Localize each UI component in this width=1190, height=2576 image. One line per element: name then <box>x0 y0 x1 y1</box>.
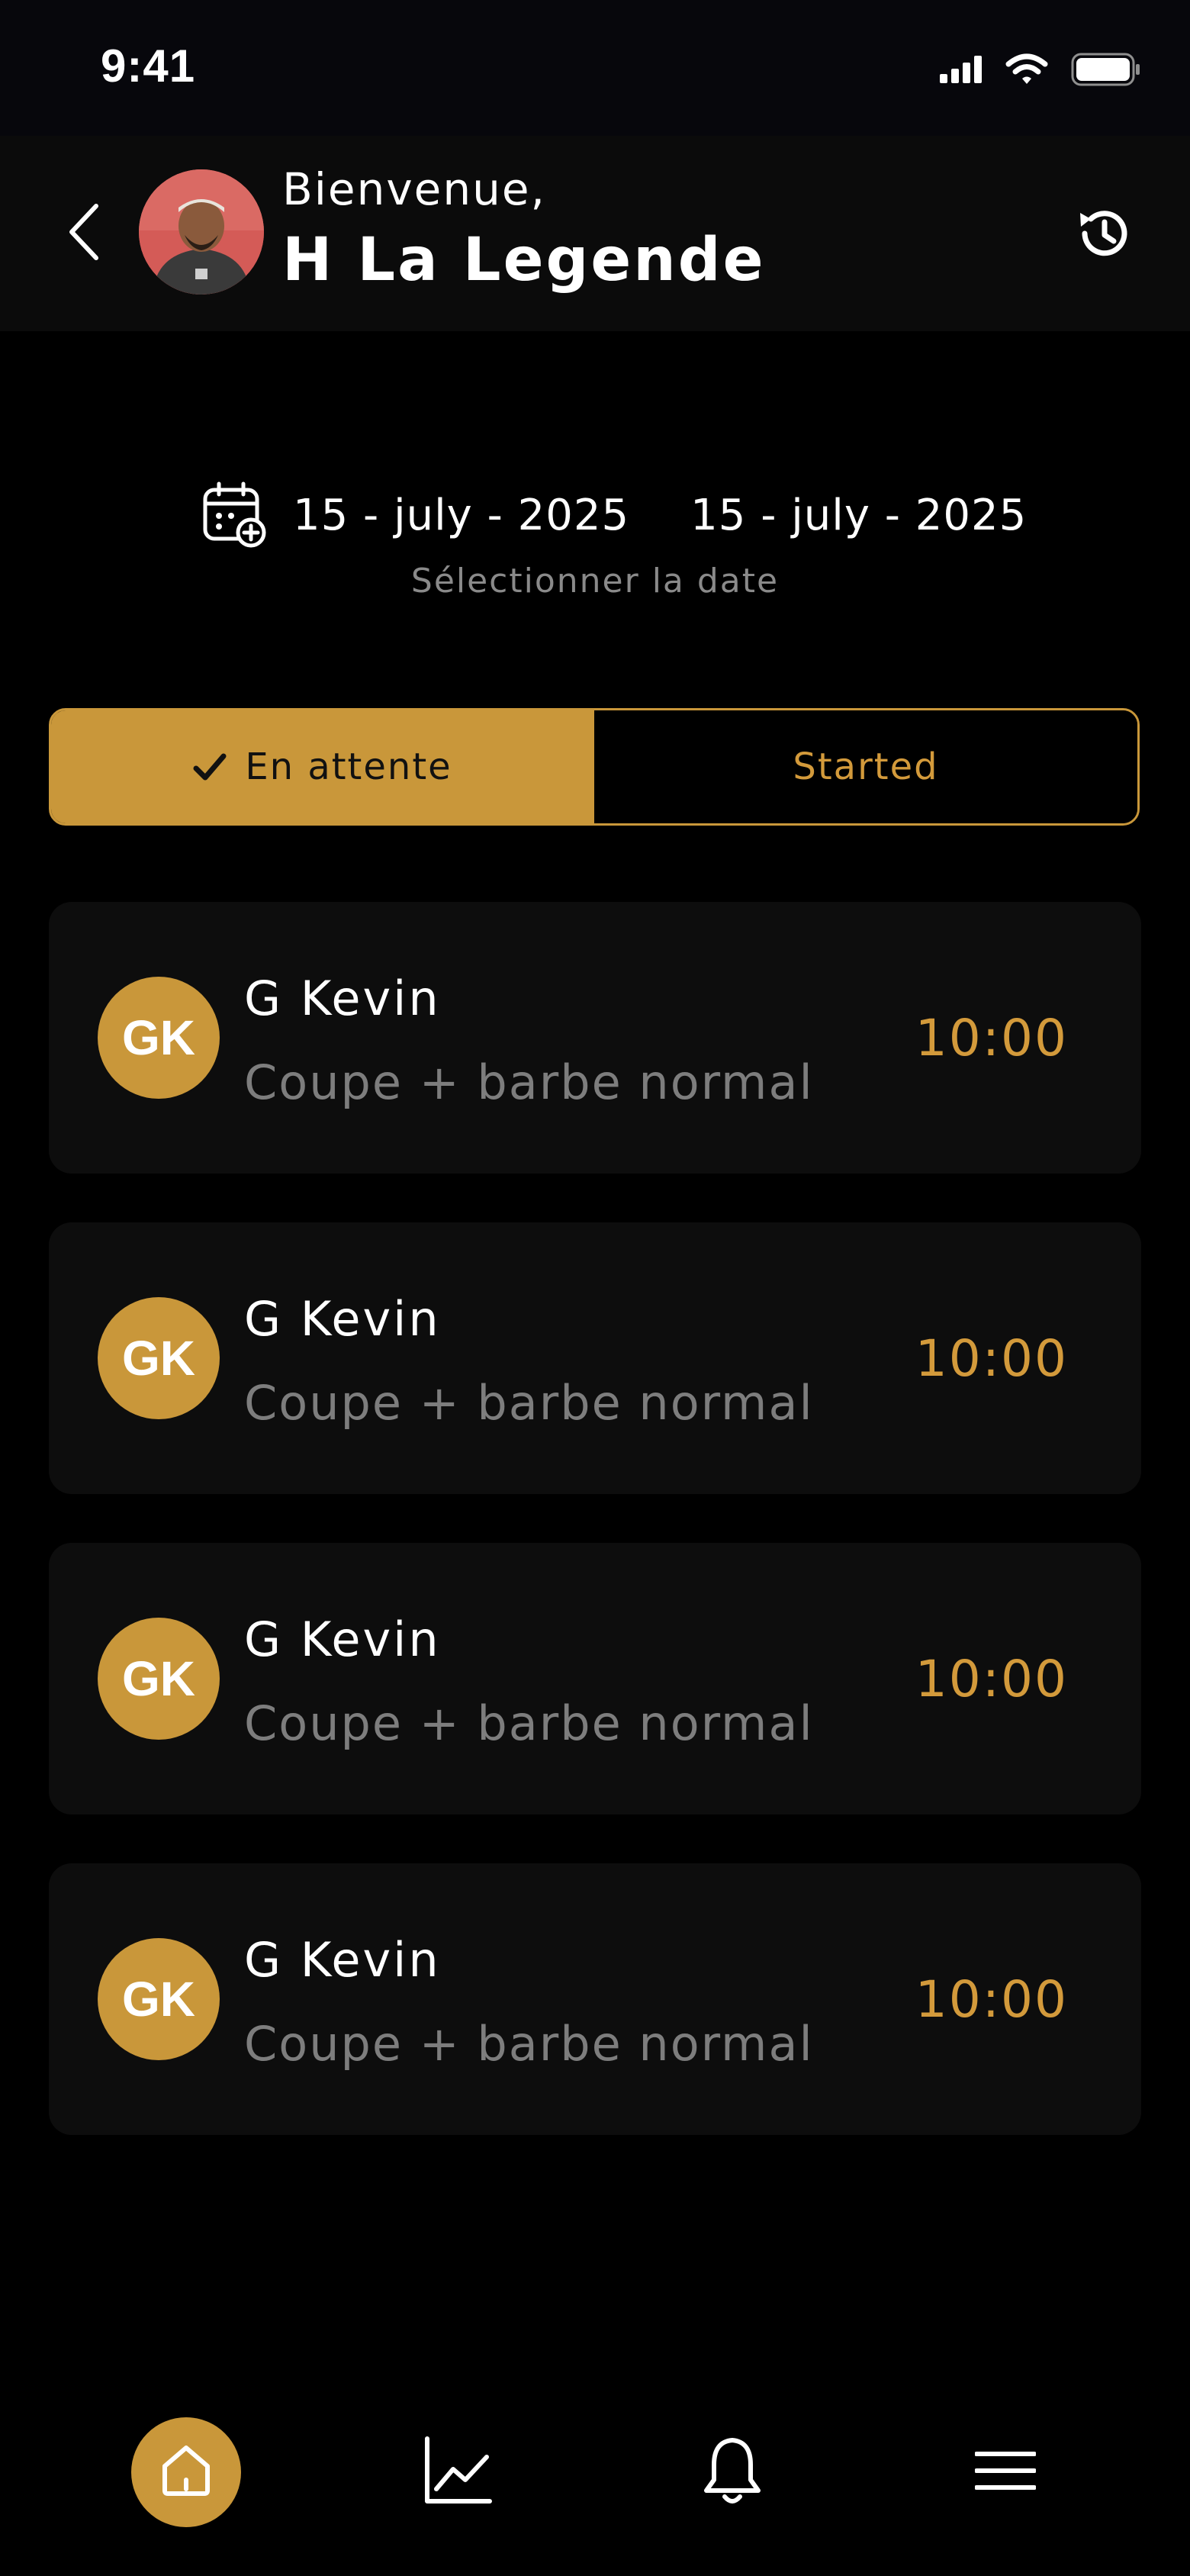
battery-icon <box>1071 53 1141 89</box>
service-name: Coupe + barbe normal <box>244 1695 814 1751</box>
nav-notifications-button[interactable] <box>677 2417 787 2527</box>
start-date[interactable]: 15 - july - 2025 <box>293 491 629 540</box>
end-date[interactable]: 15 - july - 2025 <box>690 491 1027 540</box>
client-name: G Kevin <box>244 1291 441 1347</box>
client-name: G Kevin <box>244 971 441 1026</box>
appointment-time: 10:00 <box>915 1970 1068 2029</box>
welcome-text: Bienvenue, <box>282 163 546 215</box>
tab-started[interactable]: Started <box>594 710 1137 823</box>
bell-icon <box>702 2436 763 2509</box>
client-name: G Kevin <box>244 1612 441 1667</box>
user-name: H La Legende <box>282 226 766 295</box>
chevron-left-icon <box>67 203 101 264</box>
client-initials-avatar: GK <box>98 1618 220 1740</box>
tab-en-attente[interactable]: En attente <box>51 710 594 823</box>
client-initials-avatar: GK <box>98 977 220 1099</box>
home-icon <box>156 2440 217 2504</box>
check-icon <box>193 752 227 782</box>
status-time: 9:41 <box>101 40 196 92</box>
date-hint: Sélectionner la date <box>410 562 780 601</box>
appointment-card[interactable]: GK G Kevin Coupe + barbe normal 10:00 <box>49 1222 1141 1494</box>
menu-icon <box>974 2449 1037 2495</box>
avatar[interactable] <box>139 169 264 295</box>
date-range: 15 - july - 2025 15 - july - 2025 <box>198 473 1027 557</box>
client-name: G Kevin <box>244 1932 441 1988</box>
history-icon <box>1074 203 1135 267</box>
appointment-time: 10:00 <box>915 1009 1068 1067</box>
status-icons <box>940 50 1141 92</box>
chart-line-icon <box>423 2436 493 2509</box>
service-name: Coupe + barbe normal <box>244 1375 814 1431</box>
calendar-button[interactable] <box>198 478 272 552</box>
tab-label: Started <box>793 745 939 788</box>
back-button[interactable] <box>61 197 107 270</box>
nav-stats-button[interactable] <box>403 2417 513 2527</box>
status-bar: 9:41 <box>0 0 1190 136</box>
history-button[interactable] <box>1068 198 1141 272</box>
status-tabs: En attente Started <box>49 708 1140 826</box>
calendar-add-icon <box>201 479 269 551</box>
appointment-card[interactable]: GK G Kevin Coupe + barbe normal 10:00 <box>49 1543 1141 1814</box>
nav-menu-button[interactable] <box>950 2417 1060 2527</box>
tab-label: En attente <box>245 745 452 788</box>
appointment-card[interactable]: GK G Kevin Coupe + barbe normal 10:00 <box>49 902 1141 1174</box>
service-name: Coupe + barbe normal <box>244 1055 814 1110</box>
app-header: Bienvenue, H La Legende <box>0 136 1190 331</box>
appointment-time: 10:00 <box>915 1329 1068 1388</box>
wifi-icon <box>1005 53 1048 89</box>
appointment-list: GK G Kevin Coupe + barbe normal 10:00 GK… <box>49 902 1141 2184</box>
client-initials-avatar: GK <box>98 1297 220 1419</box>
appointment-card[interactable]: GK G Kevin Coupe + barbe normal 10:00 <box>49 1863 1141 2135</box>
bottom-nav <box>0 2404 1190 2541</box>
nav-home-button[interactable] <box>131 2417 241 2527</box>
service-name: Coupe + barbe normal <box>244 2016 814 2072</box>
appointment-time: 10:00 <box>915 1650 1068 1708</box>
client-initials-avatar: GK <box>98 1938 220 2060</box>
signal-icon <box>940 56 983 86</box>
